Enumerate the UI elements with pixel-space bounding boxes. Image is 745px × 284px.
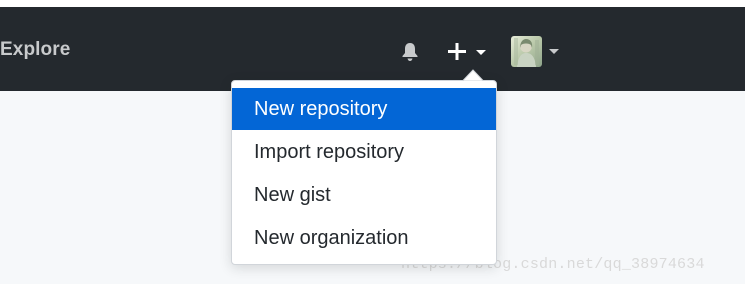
notifications-bell-icon[interactable] <box>398 40 422 64</box>
menu-item-new-organization[interactable]: New organization <box>232 217 496 259</box>
user-menu-toggle[interactable] <box>511 36 563 68</box>
menu-item-import-repository[interactable]: Import repository <box>232 131 496 173</box>
nav-explore-link[interactable]: Explore <box>0 39 70 61</box>
menu-item-new-gist[interactable]: New gist <box>232 174 496 216</box>
create-new-menu: New repository Import repository New gis… <box>231 80 497 265</box>
caret-down-icon <box>476 50 486 55</box>
header-bar <box>0 7 745 91</box>
menu-item-new-repository[interactable]: New repository <box>232 88 496 130</box>
plus-icon <box>448 43 466 60</box>
dropdown-pointer <box>462 69 484 81</box>
top-strip <box>0 0 745 7</box>
create-new-dropdown-toggle[interactable] <box>446 40 492 64</box>
avatar-caret-down-icon <box>549 49 559 54</box>
user-avatar[interactable] <box>511 36 542 67</box>
